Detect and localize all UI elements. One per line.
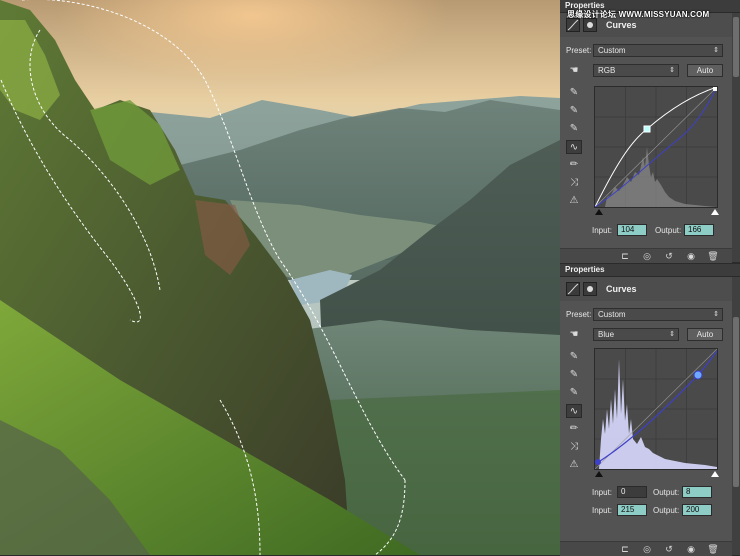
preset-select[interactable]: Custom ⇕ — [593, 308, 723, 321]
select-arrows-icon: ⇕ — [669, 331, 675, 338]
landscape-image — [0, 0, 560, 555]
layer-mask-icon[interactable] — [583, 282, 597, 296]
panel-footer: ⊏ ◎ ↺ ◉ 🗑 — [560, 248, 732, 263]
eyedropper-black-icon[interactable]: ✎ — [566, 350, 582, 364]
on-image-adjust-icon[interactable]: ☚ — [566, 64, 582, 78]
auto-button[interactable]: Auto — [687, 328, 723, 341]
curve-edit-icon[interactable]: ∿ — [566, 404, 582, 418]
output-field[interactable]: 200 — [682, 504, 712, 516]
curve-endpoint — [713, 87, 717, 91]
panel-scrollbar[interactable] — [732, 13, 740, 262]
curve-graph[interactable] — [594, 86, 718, 208]
clipping-warning-icon[interactable]: ⚠ — [566, 194, 582, 208]
panel-header-title: Curves — [606, 20, 637, 30]
black-point-slider — [595, 471, 603, 477]
curve-graph[interactable] — [594, 348, 718, 470]
output-field[interactable]: 166 — [684, 224, 714, 236]
preset-select-value: Custom — [598, 310, 626, 319]
select-arrows-icon: ⇕ — [669, 67, 675, 74]
curve-control-point — [643, 125, 651, 133]
channel-select[interactable]: Blue ⇕ — [593, 328, 679, 341]
curve-graph-svg — [594, 86, 718, 208]
reset-icon[interactable]: ↺ — [662, 543, 676, 555]
channel-select-value: Blue — [598, 330, 615, 339]
channel-select-value: RGB — [598, 66, 616, 75]
panel-title: Properties — [565, 265, 605, 274]
layer-mask-icon[interactable] — [583, 18, 597, 32]
trash-icon[interactable]: 🗑 — [706, 250, 720, 262]
input-label: Input: — [592, 506, 613, 515]
properties-panel-rgb: Properties Curves Preset: Custom ⇕ ☚ RGB ⇕… — [560, 0, 740, 263]
panel-header: Curves — [560, 277, 732, 301]
clipping-warning-icon[interactable]: ⚠ — [566, 458, 582, 472]
reset-icon[interactable]: ↺ — [662, 250, 676, 262]
output-field[interactable]: 8 — [682, 486, 712, 498]
curve-control-point — [595, 459, 601, 465]
curves-adjustment-icon[interactable] — [566, 18, 580, 32]
auto-button[interactable]: Auto — [687, 64, 723, 77]
preset-label: Preset: — [566, 310, 592, 319]
trash-icon[interactable]: 🗑 — [706, 543, 720, 555]
output-label: Output: — [655, 226, 682, 235]
visibility-icon[interactable]: ◉ — [684, 543, 698, 555]
panel-footer: ⊏ ◎ ↺ ◉ 🗑 — [560, 541, 732, 556]
white-point-slider — [711, 209, 719, 215]
input-slider[interactable] — [593, 470, 721, 478]
view-previous-icon[interactable]: ◎ — [640, 543, 654, 555]
input-slider[interactable] — [593, 208, 721, 216]
eyedropper-gray-icon[interactable]: ✎ — [566, 368, 582, 382]
pencil-icon[interactable]: ✏ — [566, 422, 582, 436]
input-label: Input: — [592, 226, 613, 235]
eyedropper-black-icon[interactable]: ✎ — [566, 86, 582, 100]
smooth-icon[interactable]: ⤨ — [566, 176, 582, 190]
preset-label: Preset: — [566, 46, 592, 55]
pencil-icon[interactable]: ✏ — [566, 158, 582, 172]
white-point-slider — [711, 471, 719, 477]
on-image-adjust-icon[interactable]: ☚ — [566, 328, 582, 342]
photo-canvas[interactable] — [0, 0, 560, 555]
black-point-slider — [595, 209, 603, 215]
select-arrows-icon: ⇕ — [713, 311, 719, 318]
eyedropper-white-icon[interactable]: ✎ — [566, 386, 582, 400]
eyedropper-gray-icon[interactable]: ✎ — [566, 104, 582, 118]
clip-to-layer-icon[interactable]: ⊏ — [618, 250, 632, 262]
curve-control-point — [693, 370, 703, 380]
panel-scrollbar[interactable] — [732, 277, 740, 555]
clip-to-layer-icon[interactable]: ⊏ — [618, 543, 632, 555]
output-label: Output: — [653, 488, 680, 497]
properties-panel-blue: Properties Curves Preset: Custom ⇕ ☚ Blue… — [560, 264, 740, 556]
preset-select-value: Custom — [598, 46, 626, 55]
view-previous-icon[interactable]: ◎ — [640, 250, 654, 262]
watermark-text: 思缘设计论坛 WWW.MISSYUAN.COM — [567, 10, 710, 19]
input-label: Input: — [592, 488, 613, 497]
input-field[interactable]: 0 — [617, 486, 647, 498]
panel-header-title: Curves — [606, 284, 637, 294]
channel-select[interactable]: RGB ⇕ — [593, 64, 679, 77]
panel-titlebar[interactable]: Properties — [560, 264, 740, 277]
eyedropper-white-icon[interactable]: ✎ — [566, 122, 582, 136]
scrollbar-thumb[interactable] — [733, 317, 739, 487]
smooth-icon[interactable]: ⤨ — [566, 440, 582, 454]
input-field[interactable]: 215 — [617, 504, 647, 516]
curves-adjustment-icon[interactable] — [566, 282, 580, 296]
visibility-icon[interactable]: ◉ — [684, 250, 698, 262]
preset-select[interactable]: Custom ⇕ — [593, 44, 723, 57]
scrollbar-thumb[interactable] — [733, 17, 739, 77]
curve-edit-icon[interactable]: ∿ — [566, 140, 582, 154]
curve-graph-svg — [594, 348, 718, 470]
input-field[interactable]: 104 — [617, 224, 647, 236]
output-label: Output: — [653, 506, 680, 515]
select-arrows-icon: ⇕ — [713, 47, 719, 54]
